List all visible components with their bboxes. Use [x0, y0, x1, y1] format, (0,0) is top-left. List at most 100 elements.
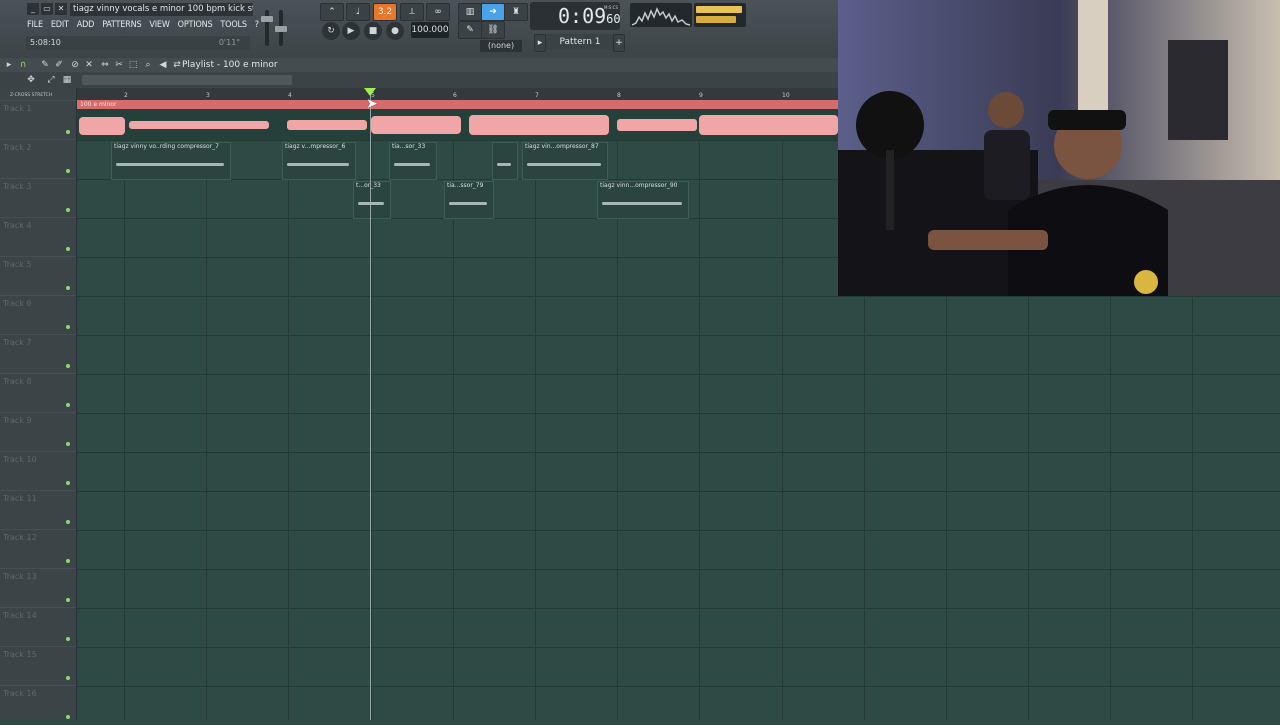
- step-counter[interactable]: 3.2: [373, 3, 397, 21]
- audio-clip[interactable]: t...or_33: [353, 181, 391, 219]
- record-icon[interactable]: ●: [386, 22, 404, 40]
- menu-options[interactable]: OPTIONS: [178, 18, 213, 32]
- menu-add[interactable]: ADD: [77, 18, 95, 32]
- track-led-icon[interactable]: [66, 208, 70, 212]
- track-header[interactable]: Track 6: [0, 295, 76, 335]
- link-icon[interactable]: ⛓: [481, 21, 505, 39]
- move-icon[interactable]: ✥: [26, 75, 36, 85]
- draw-icon[interactable]: ✎: [40, 60, 50, 70]
- menu-arrow-icon[interactable]: ▸: [4, 60, 14, 70]
- audio-clip-main[interactable]: 100 e minor: [77, 100, 838, 140]
- track-header[interactable]: Track 16: [0, 685, 76, 725]
- audio-clip[interactable]: [492, 142, 518, 180]
- pattern-add-icon[interactable]: +: [613, 34, 625, 52]
- slice-icon[interactable]: ✂: [114, 60, 124, 70]
- audio-clip[interactable]: tia...ssor_79: [444, 181, 494, 219]
- volume-knob[interactable]: [261, 16, 273, 22]
- clip-waveform: [527, 163, 601, 166]
- track-header[interactable]: Track 10: [0, 451, 76, 491]
- mute-icon[interactable]: ✕: [84, 60, 94, 70]
- pattern-prev-icon[interactable]: ▸: [534, 34, 546, 52]
- menu-help[interactable]: ?: [255, 18, 259, 32]
- track-led-icon[interactable]: [66, 520, 70, 524]
- master-pitch-slider[interactable]: [275, 10, 287, 46]
- stretch-icon[interactable]: ⤢: [46, 75, 56, 85]
- metronome-icon[interactable]: ♩: [346, 3, 370, 21]
- mixer-icon[interactable]: ♜: [504, 3, 528, 21]
- play-icon[interactable]: ▶: [342, 22, 360, 40]
- snap-icon[interactable]: ⌃: [320, 3, 344, 21]
- track-header[interactable]: Track 3: [0, 178, 76, 218]
- menu-file[interactable]: FILE: [27, 18, 43, 32]
- playhead-marker-icon[interactable]: [364, 88, 376, 96]
- speaker-icon[interactable]: ◀: [158, 60, 168, 70]
- track-led-icon[interactable]: [66, 715, 70, 719]
- hint-text: 5:08:10: [30, 38, 61, 47]
- track-led-icon[interactable]: [66, 247, 70, 251]
- menu-edit[interactable]: EDIT: [51, 18, 69, 32]
- tempo-display[interactable]: 100.000: [411, 22, 449, 38]
- pencil-icon[interactable]: ✎: [458, 21, 482, 39]
- playhead-line[interactable]: [370, 88, 371, 720]
- track-header[interactable]: Track 8: [0, 373, 76, 413]
- track-header[interactable]: Track 1: [0, 100, 76, 140]
- menu-patterns[interactable]: PATTERNS: [102, 18, 141, 32]
- grid-icon[interactable]: ▦: [62, 75, 72, 85]
- arrows-icon[interactable]: ⇄: [172, 60, 182, 70]
- bar-number: 3: [206, 92, 210, 99]
- loop-record-icon[interactable]: ∞: [426, 3, 450, 21]
- pattern-picker[interactable]: Pattern 1: [546, 34, 614, 50]
- track-header[interactable]: Track 2: [0, 139, 76, 179]
- track-led-icon[interactable]: [66, 637, 70, 641]
- track-led-icon[interactable]: [66, 559, 70, 563]
- piano-icon[interactable]: ▥: [458, 3, 482, 21]
- track-header[interactable]: Track 7: [0, 334, 76, 374]
- master-volume-slider[interactable]: [261, 10, 273, 46]
- menu-tools[interactable]: TOOLS: [220, 18, 247, 32]
- track-led-icon[interactable]: [66, 325, 70, 329]
- delete-icon[interactable]: ⊘: [70, 60, 80, 70]
- close-icon[interactable]: ✕: [55, 3, 67, 15]
- audio-clip[interactable]: tiagz vinn...ompressor_90: [597, 181, 689, 219]
- zoom-icon[interactable]: ⌕: [143, 60, 153, 70]
- track-header[interactable]: Track 11: [0, 490, 76, 530]
- minimize-icon[interactable]: _: [27, 3, 39, 15]
- track-led-icon[interactable]: [66, 286, 70, 290]
- track-led-icon[interactable]: [66, 130, 70, 134]
- scroll-thumb[interactable]: [82, 75, 292, 85]
- track-led-icon[interactable]: [66, 481, 70, 485]
- track-led-icon[interactable]: [66, 169, 70, 173]
- track-led-icon[interactable]: [66, 598, 70, 602]
- track-led-icon[interactable]: [66, 364, 70, 368]
- loop-icon[interactable]: ↻: [322, 22, 340, 40]
- track-header[interactable]: Track 12: [0, 529, 76, 569]
- pattern-selector[interactable]: (none): [480, 40, 522, 52]
- stop-icon[interactable]: ■: [364, 22, 382, 40]
- track-header[interactable]: Track 9: [0, 412, 76, 452]
- audio-clip[interactable]: tiagz v...mpressor_6: [282, 142, 356, 180]
- zcross-label[interactable]: Z-CROSS: [10, 93, 30, 98]
- track-led-icon[interactable]: [66, 676, 70, 680]
- track-header[interactable]: Track 14: [0, 607, 76, 647]
- track-header[interactable]: Track 4: [0, 217, 76, 257]
- track-header[interactable]: Track 5: [0, 256, 76, 296]
- clip-waveform: [497, 163, 511, 166]
- stretch-label[interactable]: STRETCH: [32, 93, 53, 98]
- slip-icon[interactable]: ⇔: [100, 60, 110, 70]
- audio-clip[interactable]: tia...sor_33: [389, 142, 437, 180]
- track-header[interactable]: Track 15: [0, 646, 76, 686]
- wait-icon[interactable]: ⟂: [400, 3, 424, 21]
- horizontal-scrollbar[interactable]: ✥ ⤢ ▦: [0, 72, 838, 88]
- audio-clip[interactable]: tiagz vin...ompressor_87: [522, 142, 608, 180]
- track-header[interactable]: Track 13: [0, 568, 76, 608]
- track-led-icon[interactable]: [66, 442, 70, 446]
- audio-clip[interactable]: tiagz vinny vo..rding compressor_7: [111, 142, 231, 180]
- select-icon[interactable]: ⬚: [128, 60, 138, 70]
- magnet-icon[interactable]: ∩: [18, 60, 28, 70]
- track-led-icon[interactable]: [66, 403, 70, 407]
- menu-view[interactable]: VIEW: [149, 18, 169, 32]
- arrow-right-icon[interactable]: ➜: [481, 3, 505, 21]
- paint-icon[interactable]: ✐: [54, 60, 64, 70]
- pitch-knob[interactable]: [275, 26, 287, 32]
- restore-icon[interactable]: ▭: [41, 3, 53, 15]
